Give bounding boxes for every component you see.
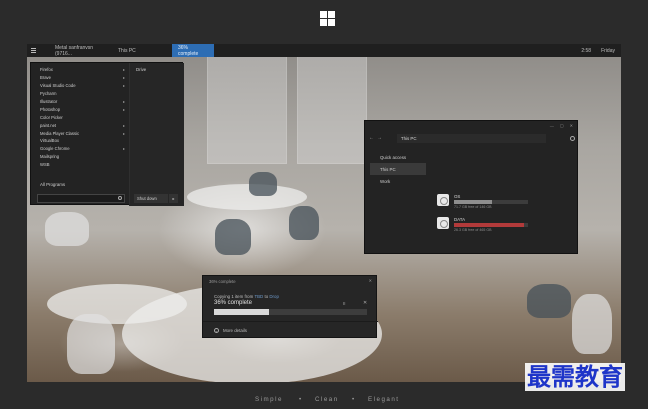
drive-usage-fill xyxy=(454,223,524,227)
copy-description: Copying 1 item from TBD to Drop xyxy=(214,294,279,299)
hard-drive-icon xyxy=(437,217,449,229)
submenu-arrow-icon: ▸ xyxy=(122,67,125,73)
cancel-copy-icon[interactable]: ✕ xyxy=(363,300,367,306)
tagline-word: Clean xyxy=(315,396,339,403)
submenu-arrow-icon: ▸ xyxy=(122,130,125,136)
taskbar-item-copy-progress[interactable]: 36% complete xyxy=(172,44,214,57)
all-programs-link[interactable]: All Programs xyxy=(40,182,65,187)
drive-usage-bar xyxy=(454,223,528,227)
start-menu: Firefox ▸ Brave ▸ Visual Studio Code ▸ Pych… xyxy=(30,62,184,206)
tagline-separator: • xyxy=(299,396,303,403)
drive-free-space: 71.7 GB free of 146 GB xyxy=(454,205,492,209)
start-menu-app[interactable]: Brave ▸ xyxy=(31,74,129,82)
start-menu-app[interactable]: paint.net ▸ xyxy=(31,121,129,129)
submenu-arrow-icon: ▸ xyxy=(122,146,125,152)
window-caption-buttons: — ▢ ✕ xyxy=(550,123,573,128)
background-window xyxy=(207,54,287,164)
start-menu-right-pane: Drive Shut down ▸ xyxy=(129,63,184,206)
tagline-word: Simple xyxy=(255,396,283,403)
start-menu-app[interactable]: Mailspring xyxy=(31,153,129,161)
clock-day: Friday xyxy=(601,47,615,54)
more-details-button[interactable]: ⌄ More details xyxy=(214,328,247,333)
drive-name: OS xyxy=(454,194,461,199)
background-window xyxy=(297,54,367,164)
forward-arrow-icon[interactable]: → xyxy=(377,135,385,141)
background-chair xyxy=(527,284,571,318)
submenu-arrow-icon: ▸ xyxy=(122,99,125,104)
submenu-arrow-icon: ▸ xyxy=(122,122,125,128)
close-icon[interactable]: ✕ xyxy=(369,278,372,283)
windows-logo-icon xyxy=(320,11,335,26)
background-chair xyxy=(45,212,89,246)
minimize-icon[interactable]: — xyxy=(550,123,554,128)
start-menu-app[interactable]: Firefox ▸ xyxy=(31,66,129,74)
start-menu-app[interactable]: Media Player Classic ▸ xyxy=(31,129,129,137)
background-chair xyxy=(215,219,251,255)
start-menu-drive-link[interactable]: Drive xyxy=(136,67,146,72)
start-menu-app[interactable]: Pycharm xyxy=(31,90,129,98)
start-menu-app[interactable]: VirtualBox xyxy=(31,137,129,145)
taskbar-clock[interactable]: 2:58 Friday xyxy=(581,48,621,54)
copy-source-link[interactable]: TBD xyxy=(254,294,263,299)
start-menu-app[interactable]: Google Chrome ▸ xyxy=(31,145,129,153)
sidebar-item-work[interactable]: Work xyxy=(370,175,426,187)
file-explorer-window: — ▢ ✕ ← → This PC Quick access This PC W… xyxy=(364,120,578,254)
close-icon[interactable]: ✕ xyxy=(570,123,573,128)
drive-free-space: 26.3 GB free of 465 GB xyxy=(454,228,492,232)
drive-name: DATA xyxy=(454,217,466,222)
start-menu-app[interactable]: Illustrator ▸ xyxy=(31,98,129,106)
pause-icon[interactable]: II xyxy=(343,301,345,306)
watermark-logo: 最需教育 xyxy=(525,362,625,391)
start-menu-app[interactable]: WSB xyxy=(31,161,129,169)
start-menu-icon[interactable] xyxy=(27,44,39,57)
tagline-word: Elegant xyxy=(368,396,400,403)
clock-time: 2:58 xyxy=(581,47,592,54)
maximize-icon[interactable]: ▢ xyxy=(560,123,564,128)
copy-destination-link[interactable]: Drop xyxy=(269,294,279,299)
background-chair xyxy=(249,172,277,196)
taskbar: Metal sanfranvsn (9716... This PC 36% co… xyxy=(27,44,621,57)
taskbar-item-photo[interactable]: Metal sanfranvsn (9716... xyxy=(49,44,109,57)
sidebar-item-this-pc[interactable]: This PC xyxy=(370,163,426,175)
drive-usage-fill xyxy=(454,200,492,204)
dialog-title: 36% complete xyxy=(209,279,236,284)
chevron-down-icon: ⌄ xyxy=(214,328,219,333)
start-menu-app-list: Firefox ▸ Brave ▸ Visual Studio Code ▸ Pych… xyxy=(31,63,129,206)
taskbar-item-this-pc[interactable]: This PC xyxy=(112,44,168,57)
drive-usage-bar xyxy=(454,200,528,204)
sidebar-item-quick-access[interactable]: Quick access xyxy=(370,151,426,163)
dialog-footer: ⌄ More details xyxy=(203,321,378,339)
copy-progress-fill xyxy=(214,309,270,315)
submenu-arrow-icon: ▸ xyxy=(122,106,125,112)
copy-progress-dialog: 36% complete ✕ Copying 1 item from TBD t… xyxy=(202,275,378,339)
desktop-screen: Metal sanfranvsn (9716... This PC 36% co… xyxy=(27,44,621,382)
drive-data[interactable]: DATA 26.3 GB free of 465 GB xyxy=(437,217,537,235)
drive-os[interactable]: OS 71.7 GB free of 146 GB xyxy=(437,194,537,212)
explorer-toolbar: ← → This PC xyxy=(369,132,575,144)
shutdown-options-arrow-icon[interactable]: ▸ xyxy=(169,194,178,203)
address-bar[interactable]: This PC xyxy=(396,133,547,143)
copy-percent: 36% complete xyxy=(214,300,253,306)
background-chair xyxy=(289,206,319,240)
background-chair xyxy=(67,314,115,374)
start-menu-search-input[interactable] xyxy=(37,194,125,203)
submenu-arrow-icon: ▸ xyxy=(122,75,125,81)
shutdown-button[interactable]: Shut down xyxy=(134,194,168,203)
start-menu-app[interactable]: Color Picker xyxy=(31,113,129,121)
background-table xyxy=(187,184,307,210)
search-icon[interactable] xyxy=(570,135,575,141)
explorer-sidebar: Quick access This PC Work xyxy=(370,151,426,187)
start-menu-app[interactable]: Photoshop ▸ xyxy=(31,105,129,113)
background-chair xyxy=(572,294,612,354)
submenu-arrow-icon: ▸ xyxy=(122,83,125,89)
hard-drive-icon xyxy=(437,194,449,206)
back-arrow-icon[interactable]: ← xyxy=(369,135,377,141)
search-icon xyxy=(118,196,122,200)
copy-progress-bar xyxy=(214,309,367,315)
start-menu-app[interactable]: Visual Studio Code ▸ xyxy=(31,82,129,90)
tagline-separator: • xyxy=(352,396,356,403)
